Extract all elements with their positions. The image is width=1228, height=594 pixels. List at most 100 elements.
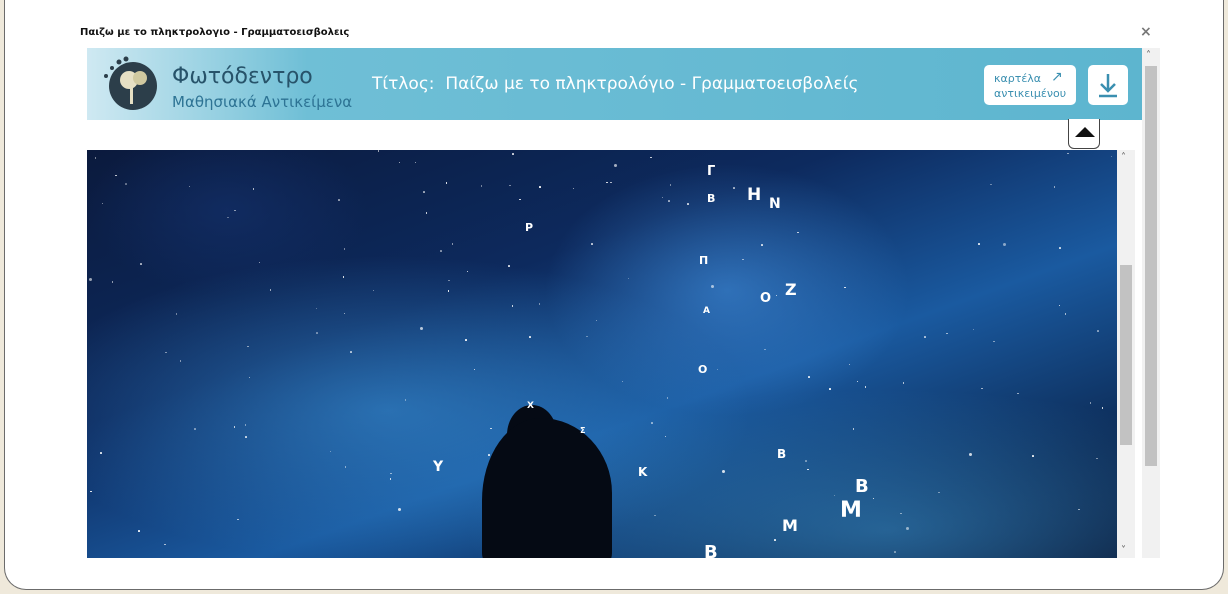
star: [1101, 407, 1104, 409]
star: [872, 497, 875, 500]
scroll-up-icon[interactable]: ˄: [1146, 50, 1151, 61]
star: [805, 460, 807, 462]
star: [742, 258, 744, 261]
star: [350, 351, 352, 353]
star: [512, 153, 514, 155]
object-tab-button[interactable]: καρτέλα αντικειμένου ↗: [984, 65, 1076, 105]
star: [610, 181, 612, 184]
star: [978, 243, 980, 245]
star: [519, 198, 521, 201]
star: [666, 397, 669, 399]
star: [508, 265, 510, 267]
download-icon: [1099, 74, 1117, 98]
star: [1002, 242, 1006, 246]
object-title-value: Παίζω με το πληκτρολόγιο - Γραμματοεισβο…: [445, 74, 859, 94]
star: [606, 181, 608, 184]
star: [902, 382, 905, 384]
star: [315, 307, 318, 310]
star: [614, 164, 618, 168]
download-button[interactable]: [1088, 65, 1128, 105]
window-title: Παιζω με το πληκτρολογιο - Γραμματοεισβο…: [80, 27, 350, 38]
falling-letter: Μ: [782, 516, 798, 535]
star: [1067, 152, 1069, 155]
star: [390, 472, 392, 475]
star: [764, 348, 766, 351]
star: [420, 327, 424, 331]
star: [115, 174, 117, 177]
star: [465, 339, 467, 341]
star: [539, 186, 541, 188]
star: [125, 183, 127, 185]
star: [1058, 304, 1061, 307]
star: [245, 436, 247, 438]
scrollbar-thumb[interactable]: [1120, 265, 1132, 445]
star: [237, 518, 239, 521]
star: [856, 380, 859, 383]
star: [972, 328, 974, 331]
falling-letter: Ζ: [785, 280, 797, 299]
object-title: Τίτλος: Παίζω με το πληκτρολόγιο - Γραμμ…: [372, 74, 858, 94]
star: [661, 196, 664, 199]
photodentro-logo-icon: [104, 56, 157, 110]
star: [404, 399, 407, 401]
star: [1078, 508, 1080, 511]
star: [716, 368, 719, 371]
star: [833, 494, 836, 497]
star: [175, 313, 177, 315]
external-arrow-icon: ↗: [1051, 69, 1063, 85]
star: [227, 216, 229, 219]
star: [1110, 155, 1113, 158]
star: [511, 305, 514, 307]
falling-letter: Ο: [698, 363, 708, 376]
star: [94, 157, 97, 159]
star: [595, 319, 598, 322]
star: [1059, 247, 1061, 249]
star: [852, 428, 855, 430]
star: [342, 276, 345, 278]
star: [445, 182, 448, 184]
star: [425, 212, 428, 214]
game-stage[interactable]: Γ Β Η Ν Ρ Π Ζ Ο Α Ο Χ Σ Υ Κ Β Β Μ Μ Β: [87, 150, 1117, 558]
star: [721, 470, 725, 474]
scroll-up-icon[interactable]: ˄: [1121, 152, 1126, 163]
falling-letter: Μ: [840, 498, 862, 523]
star: [101, 202, 104, 205]
falling-letter: Ρ: [525, 221, 534, 234]
outer-scrollbar[interactable]: ˄: [1142, 48, 1160, 558]
star: [316, 332, 318, 334]
falling-letter: Β: [855, 476, 869, 497]
star: [377, 150, 380, 152]
scroll-down-icon[interactable]: ˅: [1121, 545, 1126, 556]
star: [140, 263, 142, 265]
star: [423, 191, 425, 193]
star: [1064, 313, 1067, 315]
tab-button-line2: αντικειμένου: [994, 87, 1067, 100]
falling-letter: Β: [704, 542, 718, 558]
star: [1032, 455, 1034, 457]
star: [389, 478, 392, 480]
star: [343, 248, 346, 250]
star: [338, 199, 340, 201]
falling-letter: Β: [777, 447, 787, 461]
star: [111, 281, 114, 283]
star: [344, 466, 347, 468]
star: [488, 454, 490, 456]
star: [938, 491, 940, 493]
star: [100, 452, 102, 454]
star: [188, 185, 191, 188]
falling-letter: Σ: [580, 426, 586, 435]
falling-letter: Γ: [707, 164, 716, 179]
stage-scrollbar[interactable]: ˄ ˅: [1117, 150, 1135, 558]
horsehead-nebula: [482, 418, 612, 558]
star: [572, 187, 575, 189]
star: [807, 468, 809, 471]
star: [900, 512, 902, 515]
star: [1097, 330, 1099, 332]
star: [473, 368, 476, 371]
scrollbar-thumb[interactable]: [1145, 66, 1157, 466]
close-icon[interactable]: ×: [1140, 24, 1152, 40]
star: [864, 386, 867, 388]
star: [664, 435, 667, 438]
star: [848, 363, 851, 366]
collapse-header-button[interactable]: [1068, 119, 1100, 149]
